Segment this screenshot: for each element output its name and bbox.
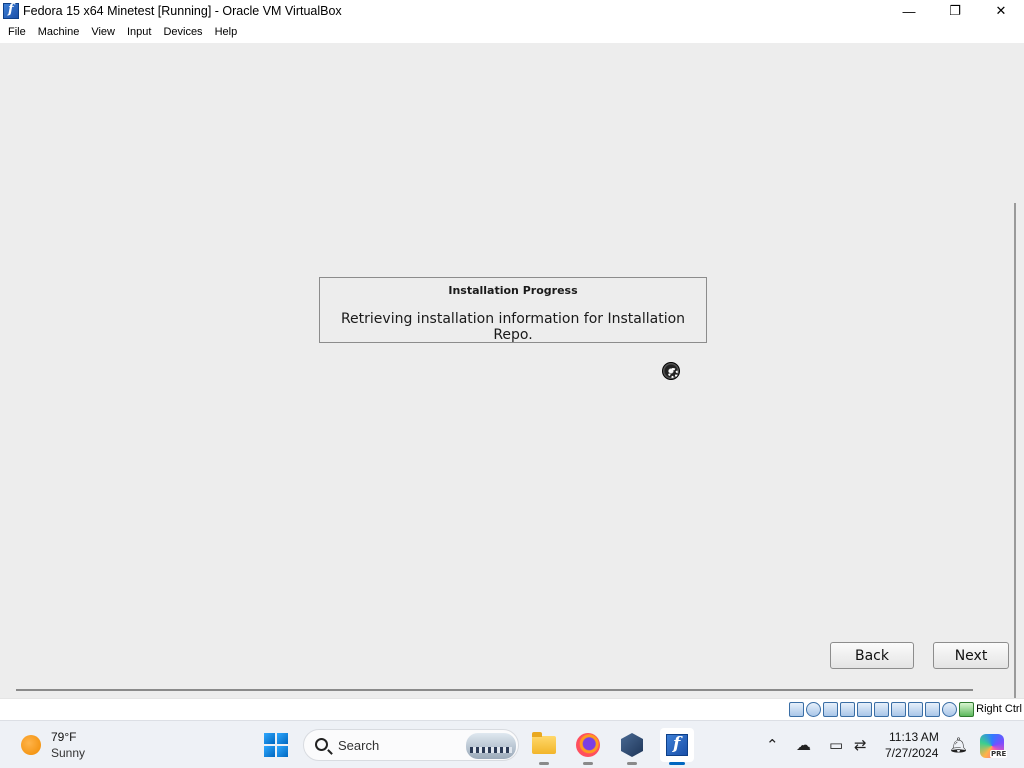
display-icon[interactable]: ▭ [829, 736, 843, 754]
search-placeholder: Search [338, 738, 380, 753]
search-highlight-image [466, 733, 516, 759]
minimize-button[interactable]: — [886, 0, 932, 22]
horizontal-scrollbar[interactable] [16, 689, 973, 691]
sun-icon[interactable] [21, 735, 41, 755]
hard-disk-icon[interactable] [789, 702, 804, 717]
installation-progress-dialog: Installation Progress Retrieving install… [319, 277, 707, 343]
keyboard-icon[interactable] [959, 702, 974, 717]
back-button[interactable]: Back [830, 642, 914, 669]
network-icon[interactable] [840, 702, 855, 717]
host-key-label: Right Ctrl [976, 703, 1022, 715]
mouse-integration-icon[interactable] [942, 702, 957, 717]
firefox-button[interactable] [571, 728, 605, 765]
audio-icon[interactable] [823, 702, 838, 717]
chevron-up-icon[interactable]: ⌃ [766, 736, 779, 754]
dialog-title: Installation Progress [448, 284, 578, 297]
vm-status-bar: Right Ctrl [0, 698, 1024, 720]
clock-time[interactable]: 11:13 AM [889, 730, 939, 744]
vm-display[interactable]: Installation Progress Retrieving install… [0, 43, 1024, 708]
windows-logo-icon [264, 733, 275, 744]
fedora-vm-button[interactable] [660, 728, 694, 765]
menu-help[interactable]: Help [210, 22, 243, 43]
maximize-button[interactable]: ❐ [932, 0, 978, 22]
window-controls: — ❐ ✕ [886, 0, 1024, 22]
taskbar: 79°F Sunny Search ⌃ ☁ ▭ ⇄ 11:13 AM 7/27/… [0, 720, 1024, 768]
fedora-vm-icon [666, 734, 688, 756]
virtualbox-icon [621, 733, 643, 757]
search-box[interactable]: Search [303, 729, 519, 761]
menu-input[interactable]: Input [122, 22, 156, 43]
firefox-icon [576, 733, 600, 757]
onedrive-icon[interactable]: ☁ [796, 736, 811, 754]
usb-icon[interactable] [857, 702, 872, 717]
search-icon [315, 738, 328, 751]
virtualbox-vm-icon [3, 2, 19, 19]
shared-folders-icon[interactable] [874, 702, 889, 717]
status-icons [789, 702, 974, 717]
folder-icon [532, 732, 556, 754]
virtualbox-button[interactable] [615, 728, 649, 765]
weather-condition[interactable]: Sunny [51, 746, 85, 760]
network-icon[interactable]: ⇄ [854, 736, 867, 754]
notification-bell-icon[interactable]: 🔔︎ [949, 736, 968, 754]
menu-file[interactable]: File [3, 22, 31, 43]
close-button[interactable]: ✕ [978, 0, 1024, 22]
menu-devices[interactable]: Devices [158, 22, 207, 43]
title-bar: Fedora 15 x64 Minetest [Running] - Oracl… [0, 0, 1024, 22]
menu-view[interactable]: View [86, 22, 120, 43]
dialog-message: Retrieving installation information for … [340, 311, 686, 343]
optical-drive-icon[interactable] [806, 702, 821, 717]
busy-cursor-icon [662, 362, 680, 380]
menu-bar: File Machine View Input Devices Help [0, 22, 1024, 43]
next-button[interactable]: Next [933, 642, 1009, 669]
weather-temperature[interactable]: 79°F [51, 730, 76, 744]
menu-machine[interactable]: Machine [33, 22, 85, 43]
vertical-scrollbar[interactable] [1014, 203, 1016, 708]
recording-icon[interactable] [908, 702, 923, 717]
display-icon[interactable] [891, 702, 906, 717]
window-title: Fedora 15 x64 Minetest [Running] - Oracl… [23, 4, 342, 18]
copilot-badge: PRE [990, 750, 1008, 758]
clock-date[interactable]: 7/27/2024 [885, 746, 938, 760]
vt-x-icon[interactable] [925, 702, 940, 717]
start-button[interactable] [264, 733, 288, 757]
file-explorer-button[interactable] [527, 728, 561, 765]
